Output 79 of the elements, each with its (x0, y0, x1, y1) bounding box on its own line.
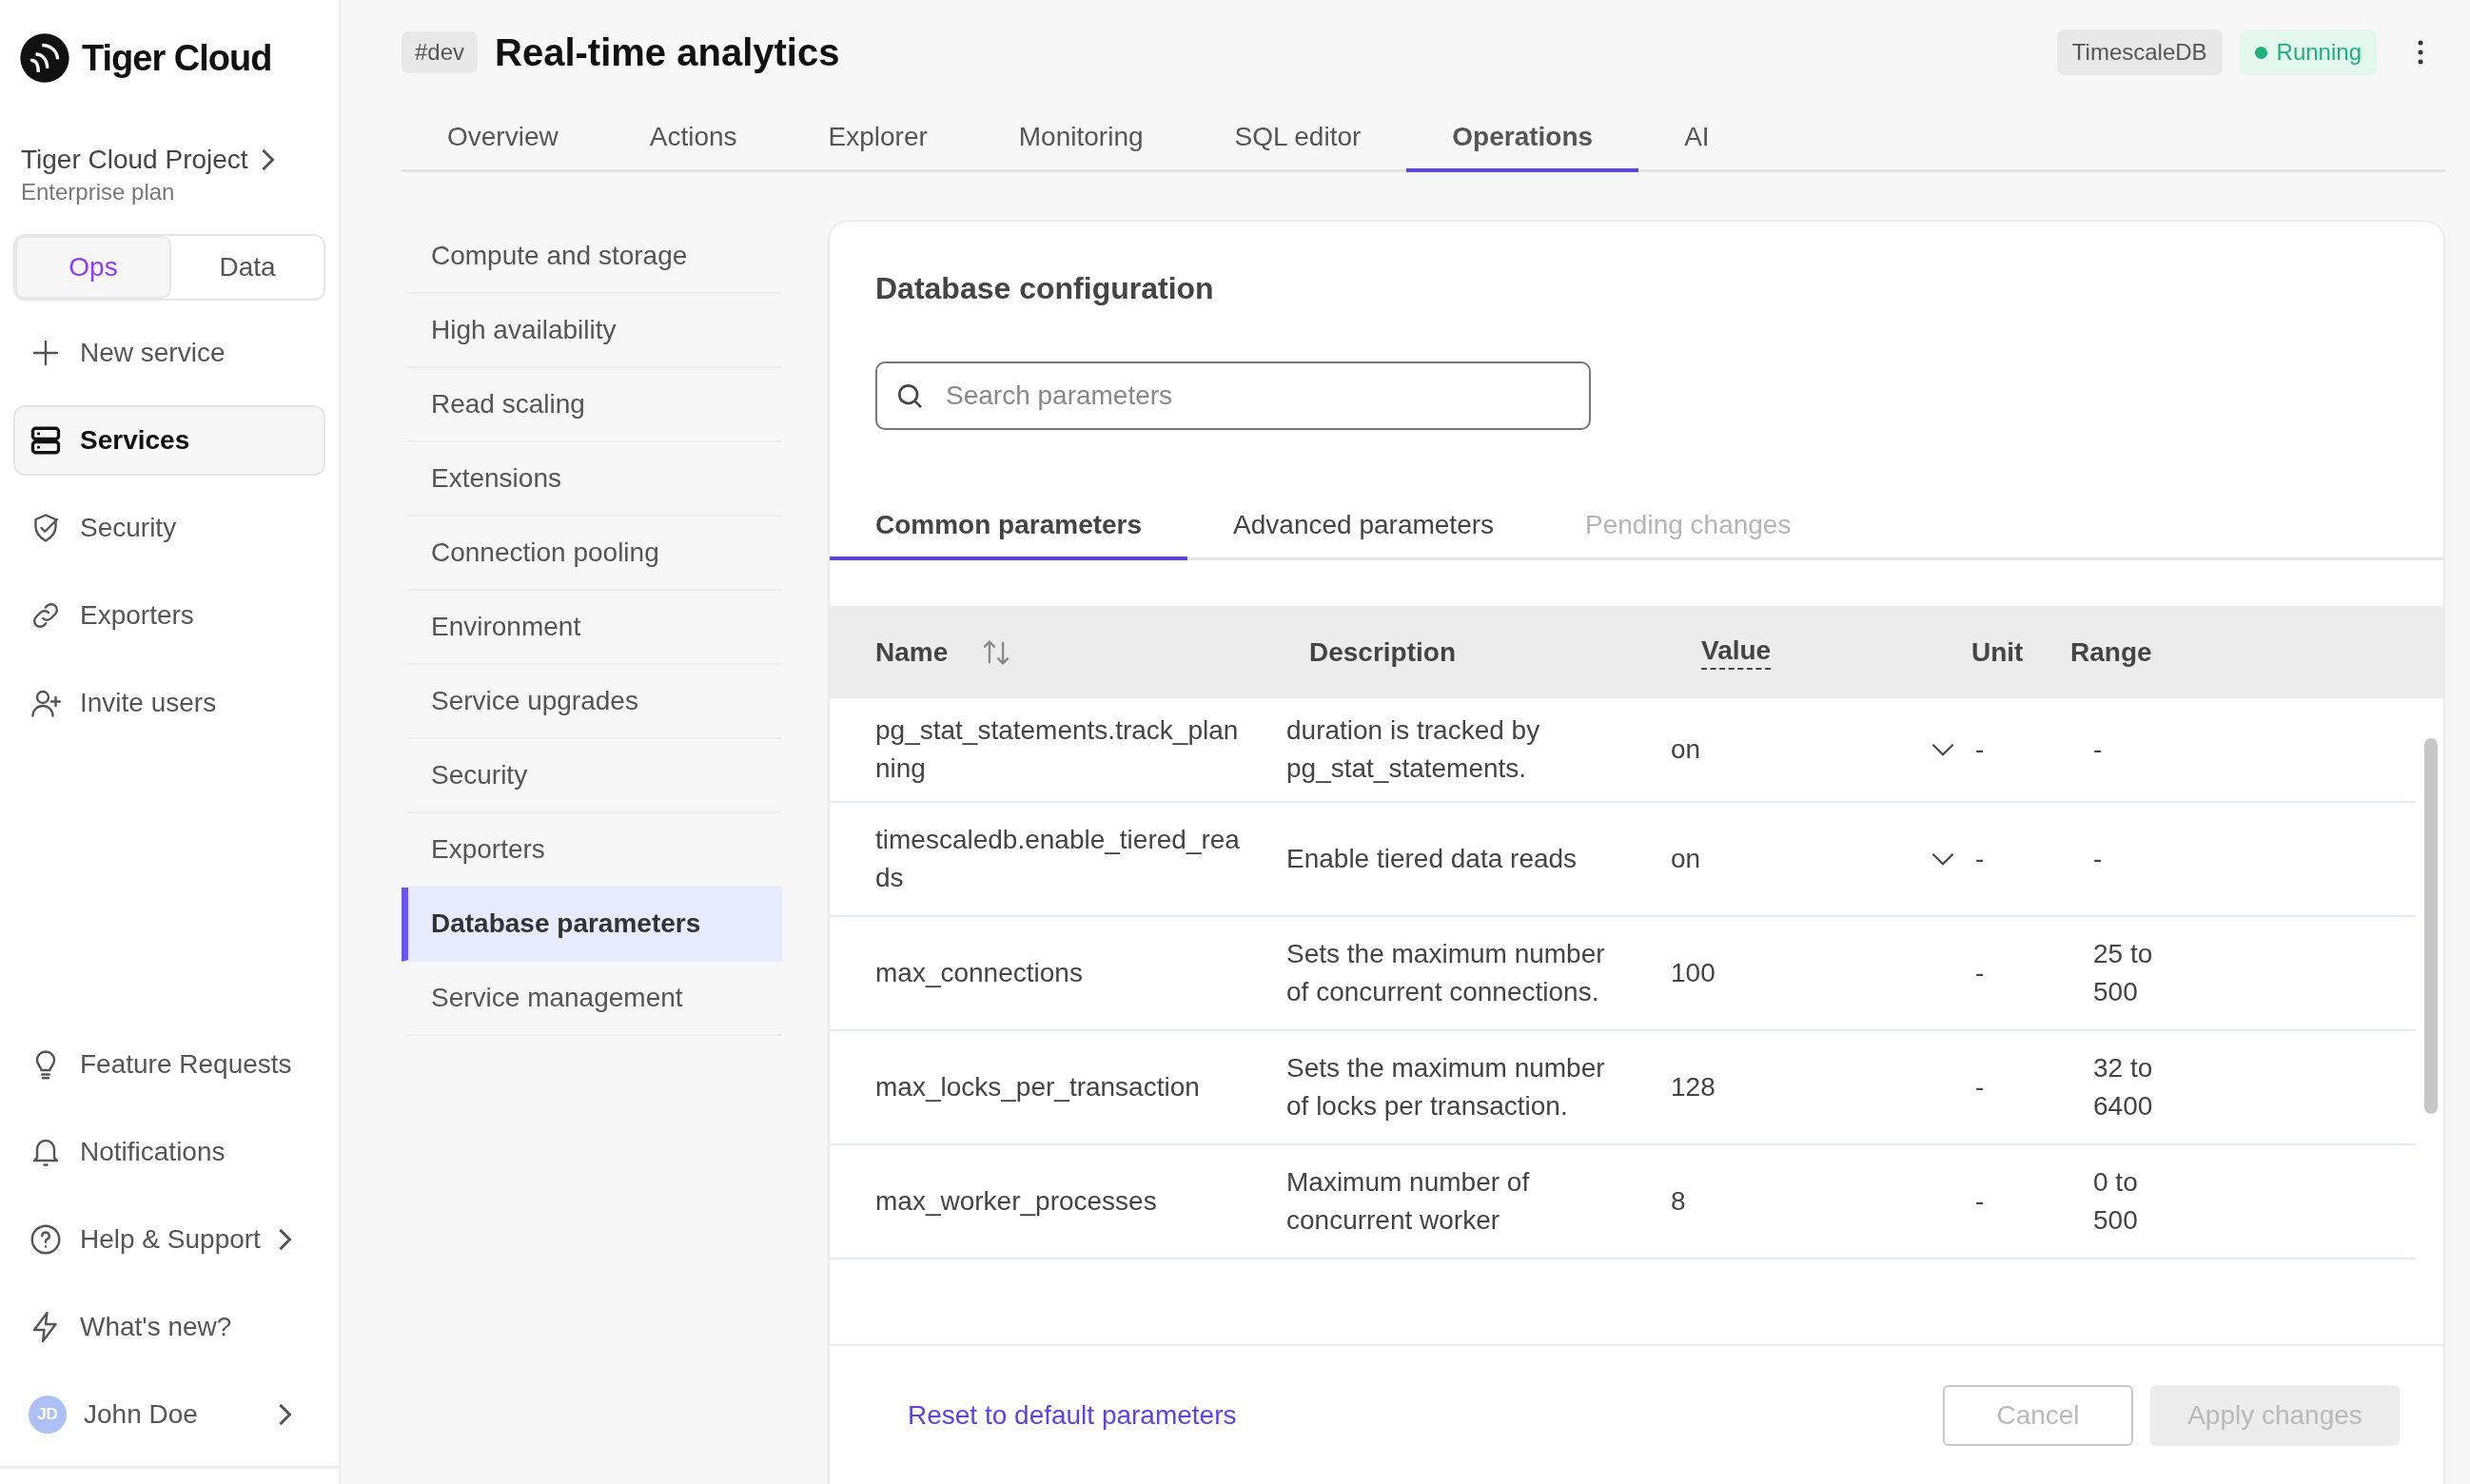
table-cell-text: timescaledb.enable_tiered_reads (875, 824, 1241, 894)
subnav-item[interactable]: Database parameters (402, 888, 782, 962)
column-header: Name (875, 636, 949, 668)
table-cell-text: - (2093, 843, 2104, 875)
column-header: Value (1701, 635, 1772, 670)
subnav-item[interactable]: Environment (402, 591, 782, 665)
search-field[interactable]: Search parameters (875, 361, 1591, 430)
subnav-item[interactable]: Extensions (402, 442, 782, 517)
scrollbar[interactable] (2424, 738, 2438, 1114)
chevron-right-icon (279, 1228, 291, 1251)
nav-item[interactable]: Help & Support (13, 1204, 325, 1275)
table-cell-text: pg_stat_statements.track_planning (875, 714, 1240, 785)
table-cell-text: - (1975, 1071, 1985, 1103)
table-cell-text: Enable tiered data reads (1286, 843, 1578, 875)
column-header: Unit (1971, 636, 2024, 668)
table-cell-text: Maximum number of concurrent worker (1286, 1166, 1531, 1237)
table-cell-text: Sets the maximum number of concurrent connections. (1286, 938, 1606, 1008)
table-cell-text: Sets the maximum number of locks per transaction. (1286, 1052, 1606, 1123)
subnav-item[interactable]: Security (402, 739, 782, 813)
nav-item[interactable]: Services (13, 405, 325, 476)
mode-tab[interactable]: Ops (15, 236, 171, 299)
table-cell-text: 32 to 6400 (2093, 1052, 2154, 1123)
table-cell-text: - (1975, 1185, 1985, 1218)
help-icon (29, 1222, 63, 1257)
tab[interactable]: Common parameters (830, 493, 1188, 560)
column-header: Range (2070, 636, 2152, 668)
user-menu[interactable]: JD John Doe (13, 1379, 325, 1450)
subnav-item[interactable]: High availability (402, 294, 782, 368)
column-header: Description (1309, 636, 1457, 668)
nav-item[interactable]: Exporters (13, 580, 325, 651)
avatar: JD (29, 1396, 67, 1434)
tab[interactable]: Overview (402, 105, 604, 172)
subnav-item[interactable]: Compute and storage (402, 220, 782, 294)
chevron-right-icon (279, 1403, 291, 1426)
nav-item[interactable]: Feature Requests (13, 1029, 325, 1100)
table-cell-text: max_locks_per_transaction (875, 1071, 1200, 1103)
table-cell-text: max_worker_processes (875, 1185, 1157, 1218)
engine-badge: TimescaleDB (2056, 29, 2223, 75)
nav-item[interactable]: What's new? (13, 1292, 325, 1362)
table-cell-text: - (1975, 733, 1985, 766)
tab[interactable]: Monitoring (972, 105, 1189, 172)
service-title: Real-time analytics (495, 30, 840, 74)
subnav-item[interactable]: Service upgrades (402, 665, 782, 739)
value-cell[interactable]: on (1667, 840, 1928, 878)
table-cell-text: 25 to 500 (2093, 938, 2154, 1008)
table-cell-text: - (1975, 957, 1985, 989)
subnav-item[interactable]: Read scaling (402, 368, 782, 442)
status-badge: Running (2239, 29, 2377, 75)
tab[interactable]: SQL editor (1188, 105, 1407, 172)
value-cell[interactable]: 8 (1667, 1182, 1928, 1220)
table-cell-text: - (2093, 733, 2104, 766)
value-cell[interactable]: on (1667, 731, 1928, 769)
subnav-item[interactable]: Service management (402, 962, 782, 1036)
table-cell-text: - (1975, 843, 1985, 875)
subnav-item[interactable]: Connection pooling (402, 517, 782, 591)
reset-link[interactable]: Reset to default parameters (908, 1399, 1237, 1431)
more-icon[interactable] (2417, 38, 2424, 67)
tab[interactable]: Explorer (782, 105, 973, 172)
tab[interactable]: AI (1638, 105, 1755, 172)
value-cell[interactable]: 128 (1667, 1068, 1928, 1106)
environment-tag: #dev (402, 31, 479, 73)
card-title: Database configuration (875, 271, 1215, 306)
brand-name: Tiger Cloud (82, 37, 272, 79)
tab[interactable]: Advanced parameters (1187, 493, 1540, 560)
table-cell-text: duration is tracked by pg_stat_statements. (1286, 714, 1541, 785)
tab[interactable]: Operations (1406, 105, 1639, 172)
table-cell-text: 0 to 500 (2093, 1166, 2139, 1237)
table-cell-text: max_connections (875, 957, 1083, 989)
value-cell[interactable]: 100 (1667, 954, 1928, 992)
plan-label: Enterprise plan (21, 179, 176, 205)
tab[interactable]: Actions (603, 105, 783, 172)
mode-tab[interactable]: Data (171, 236, 323, 299)
project-name[interactable]: Tiger Cloud Project (21, 145, 248, 175)
chevron-right-icon[interactable] (261, 148, 274, 171)
logo-icon (19, 32, 70, 84)
nav-item[interactable]: Security (13, 493, 325, 563)
nav-item[interactable]: Notifications (13, 1117, 325, 1187)
nav-item[interactable]: Invite users (13, 668, 325, 738)
nav-item[interactable]: New service (13, 318, 325, 388)
